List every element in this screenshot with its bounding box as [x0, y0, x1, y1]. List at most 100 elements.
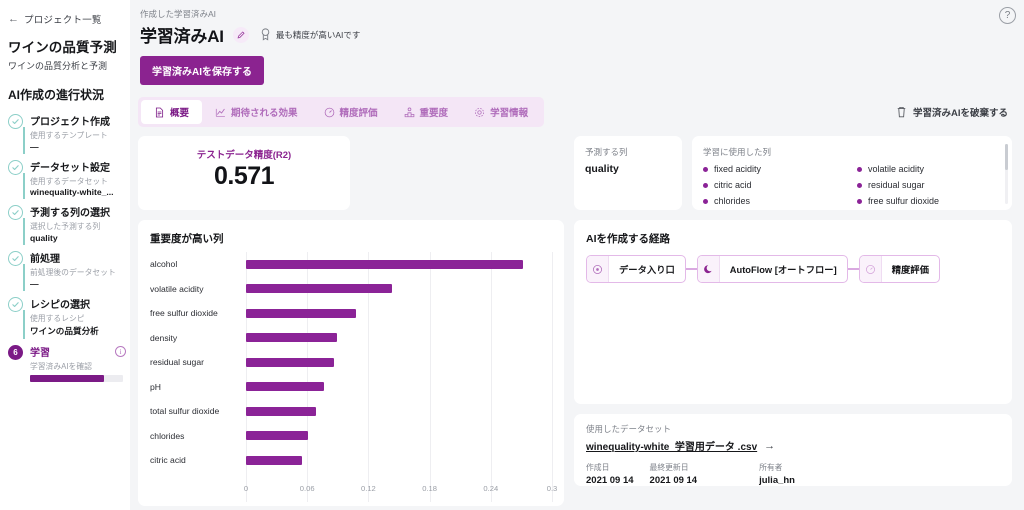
step-connector — [23, 127, 25, 154]
step-marker — [8, 159, 30, 200]
tab-label: 重要度 — [419, 108, 449, 119]
step-body: 予測する列の選択 選択した予測する列 quality — [30, 204, 130, 243]
step-head: レシピの選択 — [30, 296, 126, 311]
info-icon[interactable]: i — [115, 345, 126, 357]
back-to-projects-link[interactable]: ← プロジェクト一覧 — [0, 10, 130, 26]
tab-overview[interactable]: 概要 — [141, 100, 203, 124]
step-title: 前処理 — [30, 254, 60, 266]
pipeline-node-label: AutoFlow [オートフロー] — [729, 265, 837, 275]
owner-value: julia_hn — [759, 475, 795, 486]
main-content: ? 作成した学習済みAI 学習済みAI 最も精度が高いAIです 学習済みAIを保… — [130, 0, 1024, 510]
pipeline-node-data-entry[interactable]: データ入り口 — [586, 255, 686, 283]
step-sub: 使用するテンプレート — [30, 131, 108, 140]
chart-bar-row: chlorides — [150, 424, 552, 449]
sidebar-step-training[interactable]: 6 学習 i 学習済みAIを確認 — [8, 344, 130, 390]
chart-bar-area — [246, 277, 552, 302]
training-column-label: chlorides — [714, 196, 751, 206]
arrow-right-icon: → — [764, 439, 776, 452]
pipeline-node-accuracy-eval[interactable]: 精度評価 — [858, 255, 940, 283]
pipeline: データ入り口 AutoFlow [オートフロー] 精度評価 — [586, 255, 1000, 283]
tab-training-info[interactable]: 学習情報 — [461, 100, 541, 124]
check-icon — [8, 159, 23, 175]
dataset-owner: 所有者 julia_hn — [759, 462, 795, 486]
chart-bar-area — [246, 252, 552, 277]
pipeline-node-label: データ入り口 — [619, 265, 675, 275]
pencil-icon[interactable] — [232, 26, 249, 43]
step-head: 前処理 — [30, 250, 126, 265]
ai-path-card: AIを作成する経路 データ入り口 AutoFlow [オートフロー] 精度評価 — [574, 220, 1012, 404]
chart-x-tick-label: 0.18 — [422, 484, 437, 493]
app-root: ← プロジェクト一覧 ワインの品質予測 ワインの品質分析と予測 AI作成の進行状… — [0, 0, 1024, 510]
chart-bar-row: residual sugar — [150, 350, 552, 375]
page-title: 学習済みAI — [140, 27, 224, 46]
step-number-badge: 6 — [8, 344, 23, 360]
chart-bar — [246, 259, 524, 269]
step-marker — [8, 204, 30, 246]
dataset-meta: 作成日 2021 09 14 最終更新日 2021 09 14 所有者 juli… — [586, 462, 1000, 486]
tab-accuracy-evaluation[interactable]: 精度評価 — [311, 100, 391, 124]
training-column-item: chlorides — [703, 196, 847, 206]
step-title: レシピの選択 — [30, 299, 90, 311]
tab-label: 精度評価 — [339, 108, 378, 119]
bullet-icon — [703, 198, 708, 204]
step-value: quality — [30, 233, 58, 244]
dataset-link[interactable]: winequality-white_学習用データ .csv — [586, 438, 757, 453]
top-right-row: 予測する列 quality 学習に使用した列 fixed acidity vola… — [574, 136, 1012, 210]
chart-bar — [246, 284, 392, 294]
step-head: データセット設定 — [30, 159, 126, 174]
gear-icon — [475, 107, 485, 117]
prediction-column-label: 予測する列 — [585, 147, 628, 157]
accuracy-value: 0.571 — [213, 162, 275, 190]
pipeline-node-autoflow[interactable]: AutoFlow [オートフロー] — [696, 255, 848, 283]
chart-bar-row: pH — [150, 375, 552, 400]
save-trained-ai-button[interactable]: 学習済みAIを保存する — [140, 56, 264, 85]
step-title: データセット設定 — [30, 162, 110, 174]
chart-bar-label: citric acid — [150, 455, 186, 466]
updated-label: 最終更新日 — [649, 463, 689, 472]
chart-bar-row: free sulfur dioxide — [150, 301, 552, 326]
chart-bar-label: total sulfur dioxide — [150, 406, 220, 417]
dataset-link-row[interactable]: winequality-white_学習用データ .csv → — [586, 438, 1000, 454]
sidebar-step-dataset-setting[interactable]: データセット設定 使用するデータセット winequality-white_..… — [8, 159, 130, 205]
chart-bar-area — [246, 375, 552, 400]
sidebar-step-preprocessing[interactable]: 前処理 前処理後のデータセット — — [8, 250, 130, 296]
chart-bar — [246, 308, 357, 318]
data-entry-icon — [587, 256, 609, 282]
created-label: 作成日 — [586, 463, 610, 472]
help-circle-icon[interactable]: ? — [999, 7, 1016, 24]
tab-bar-row: 概要 期待される効果 精度評価 重要度 学習情報 学習済みAIを破棄する — [138, 97, 1012, 127]
chart-gridline — [552, 252, 553, 502]
sidebar-step-project-creation[interactable]: プロジェクト作成 使用するテンプレート — — [8, 113, 130, 159]
check-icon — [8, 205, 23, 221]
chart-bar — [246, 455, 303, 465]
sidebar-step-recipe-selection[interactable]: レシピの選択 使用するレシピ ワインの品質分析 — [8, 296, 130, 344]
step-sub: 使用するレシピ — [30, 313, 85, 323]
chart-x-axis: 0 0.06 0.12 0.18 0.24 0.3 — [244, 482, 557, 500]
tab-expected-effect[interactable]: 期待される効果 — [202, 100, 311, 124]
sidebar-step-target-column[interactable]: 予測する列の選択 選択した予測する列 quality — [8, 204, 130, 250]
created-value: 2021 09 14 — [586, 475, 634, 486]
page-eyebrow: 作成した学習済みAI — [140, 9, 217, 19]
sidebar: ← プロジェクト一覧 ワインの品質予測 ワインの品質分析と予測 AI作成の進行状… — [0, 0, 130, 510]
bullet-icon — [857, 182, 862, 188]
dataset-updated: 最終更新日 2021 09 14 — [650, 462, 698, 486]
tab-importance[interactable]: 重要度 — [391, 100, 462, 124]
feature-importance-card: 重要度が高い列 alcohol volatile acidity free sulf… — [138, 220, 564, 506]
step-body: レシピの選択 使用するレシピ ワインの品質分析 — [30, 296, 130, 337]
chart-bar-row: citric acid — [150, 448, 552, 473]
document-icon — [155, 107, 164, 117]
chart-x-tick-label: 0.24 — [483, 484, 499, 493]
training-columns-scrollbar[interactable] — [1005, 144, 1008, 204]
title-row: 学習済みAI 最も精度が高いAIです — [138, 22, 1012, 47]
discard-trained-ai-button[interactable]: 学習済みAIを破棄する — [896, 105, 1012, 119]
project-subtitle: ワインの品質分析と予測 — [8, 61, 108, 71]
scrollbar-thumb[interactable] — [1005, 144, 1008, 170]
gauge-icon — [324, 107, 334, 117]
pipeline-node-label: 精度評価 — [891, 265, 929, 275]
chart-bar-row: density — [150, 326, 552, 351]
medal-icon — [261, 27, 270, 40]
training-progress-fill — [30, 375, 105, 383]
dataset-created: 作成日 2021 09 14 — [586, 462, 634, 486]
step-title: プロジェクト作成 — [30, 117, 110, 128]
step-sub: 学習済みAIを確認 — [30, 361, 92, 371]
